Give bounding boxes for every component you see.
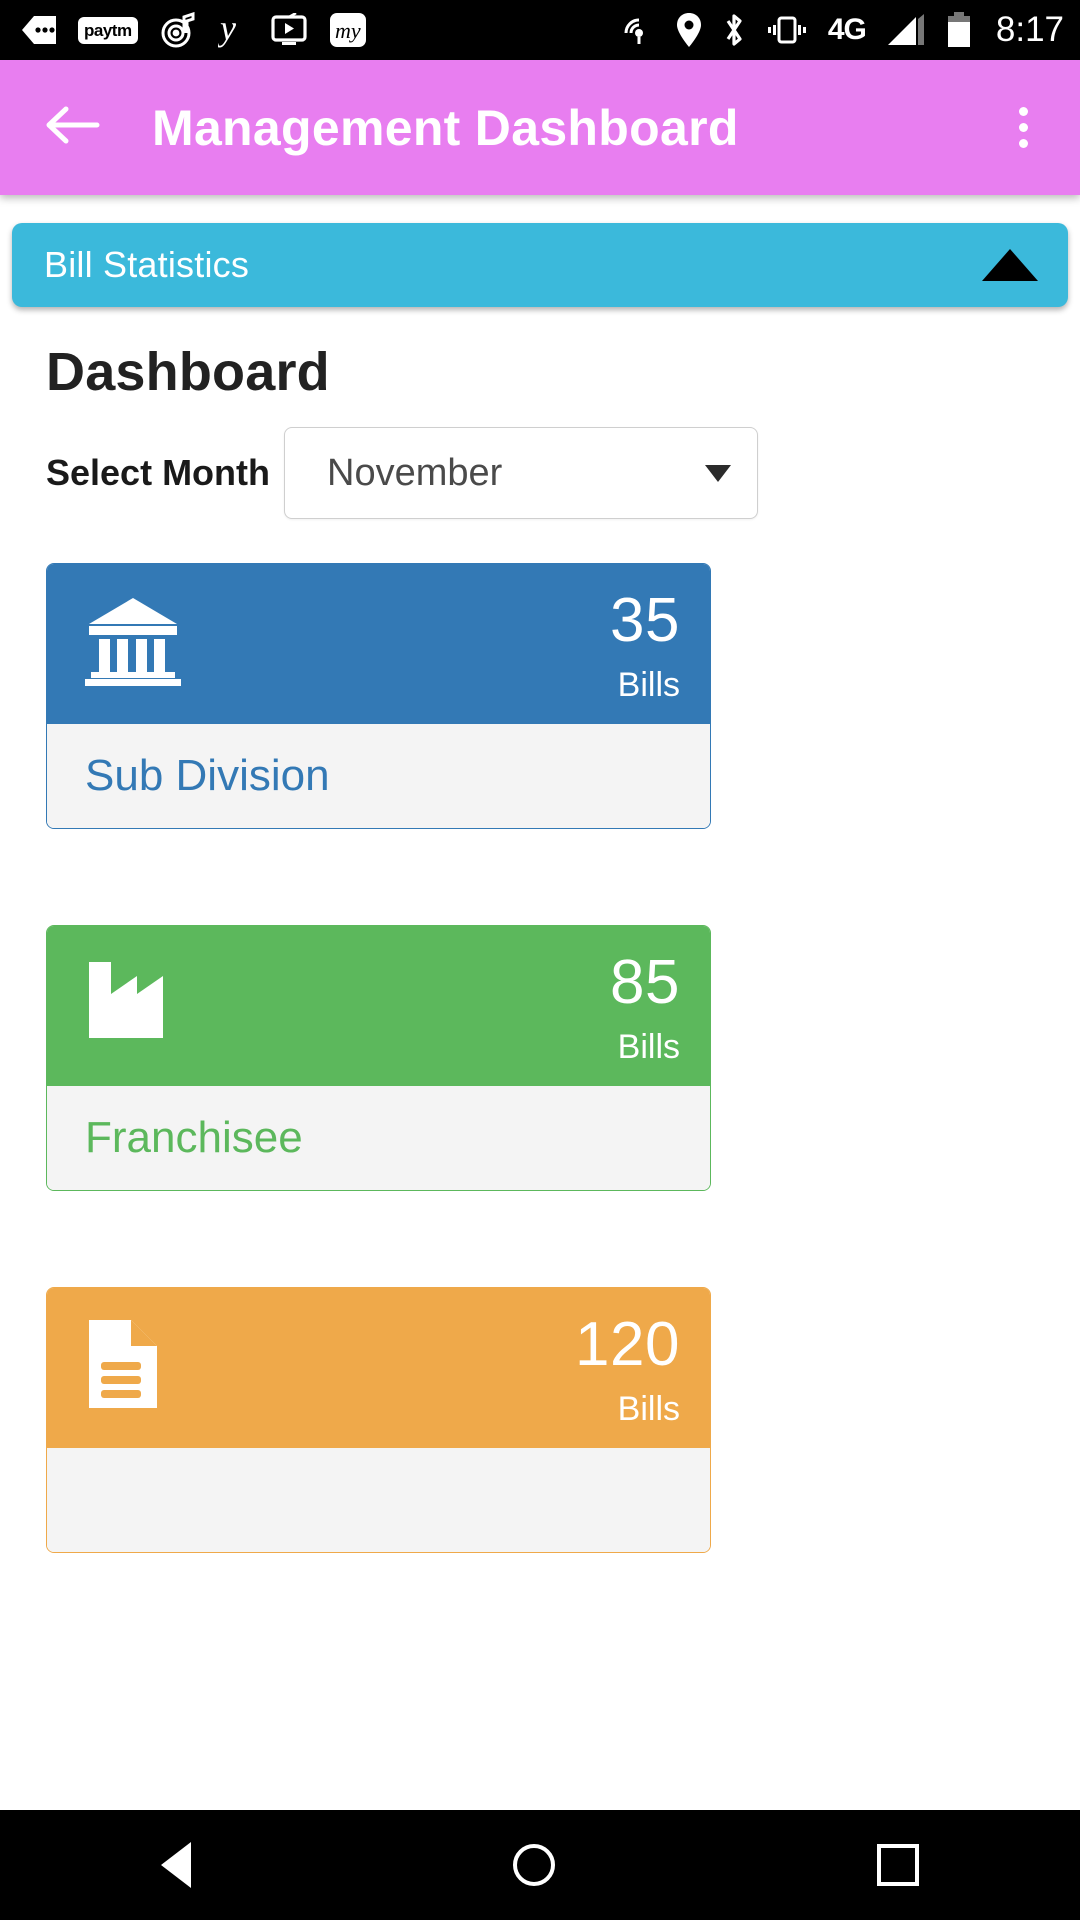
- svg-text:my: my: [335, 18, 361, 43]
- stat-card-header: 85 Bills: [47, 926, 710, 1086]
- panel-title: Bill Statistics: [44, 244, 250, 285]
- my-app-icon: my: [329, 13, 366, 47]
- overflow-dot: [1019, 139, 1028, 148]
- main-content: Bill Statistics Dashboard Select Month N…: [0, 195, 1080, 1810]
- stat-card-values: 85 Bills: [610, 952, 680, 1067]
- bill-statistics-panel-header[interactable]: Bill Statistics: [12, 223, 1068, 307]
- stat-card-values: 35 Bills: [610, 590, 680, 705]
- page-title: Management Dashboard: [152, 99, 739, 156]
- system-navigation-bar: [0, 1810, 1080, 1920]
- location-pin-icon: [676, 13, 702, 47]
- stat-card-header: 120 Bills: [47, 1288, 710, 1448]
- stat-card-footer[interactable]: Franchisee: [47, 1086, 710, 1190]
- stat-card-franchisee[interactable]: 85 Bills Franchisee: [46, 925, 711, 1191]
- svg-text:y: y: [218, 11, 236, 48]
- stat-card-header: 35 Bills: [47, 564, 710, 724]
- overflow-menu-icon[interactable]: [1007, 97, 1040, 158]
- hotspot-icon: [622, 13, 656, 47]
- select-month-row: Select Month November: [46, 427, 1080, 519]
- stat-card-values: 120 Bills: [575, 1314, 680, 1429]
- stat-card-sub-division[interactable]: 35 Bills Sub Division: [46, 563, 711, 829]
- bluetooth-icon: [722, 12, 746, 48]
- nav-back-icon[interactable]: [161, 1842, 191, 1888]
- network-type-label: 4G: [827, 13, 867, 46]
- scroll-container[interactable]: Bill Statistics Dashboard Select Month N…: [0, 223, 1080, 1553]
- stat-card-unit: Bills: [617, 666, 680, 704]
- status-bar: paytm y my 4G 8:17: [0, 0, 1080, 60]
- stat-card-unit: Bills: [617, 1028, 680, 1066]
- battery-icon: [946, 12, 972, 48]
- triangle-up-icon[interactable]: [982, 249, 1038, 281]
- dashboard-heading: Dashboard: [46, 342, 330, 402]
- overflow-dot: [1019, 123, 1028, 132]
- stat-card-count: 85: [610, 948, 680, 1017]
- status-bar-notification-icons: paytm y my: [22, 11, 366, 49]
- more-dots-icon: [22, 16, 56, 44]
- bank-building-icon: [85, 594, 181, 691]
- signal-bars-icon: [886, 13, 926, 47]
- stat-card-count: 35: [610, 586, 680, 655]
- status-bar-system-icons: 4G 8:17: [622, 10, 1064, 50]
- nav-home-icon[interactable]: [513, 1844, 555, 1886]
- stat-card-label: Sub Division: [85, 751, 330, 800]
- paytm-icon: paytm: [78, 16, 138, 44]
- stat-card-bills[interactable]: 120 Bills: [46, 1287, 711, 1553]
- tv-player-icon: [270, 13, 308, 47]
- document-icon: [85, 1318, 161, 1415]
- stat-card-list: 35 Bills Sub Division 85 Bills Franchise…: [0, 563, 1080, 1553]
- stat-card-footer[interactable]: Sub Division: [47, 724, 710, 828]
- music-target-icon: [160, 12, 196, 48]
- stat-card-label: Franchisee: [85, 1113, 303, 1162]
- factory-icon: [85, 956, 169, 1047]
- nav-recents-icon[interactable]: [877, 1844, 919, 1886]
- clock-label: 8:17: [995, 10, 1064, 49]
- month-select-value: November: [327, 451, 503, 494]
- stat-card-count: 120: [575, 1310, 680, 1379]
- month-select[interactable]: November: [284, 427, 759, 519]
- overflow-dot: [1019, 107, 1028, 116]
- y-app-icon: y: [218, 11, 248, 49]
- select-month-label: Select Month: [46, 452, 271, 493]
- triangle-down-icon: [705, 464, 732, 482]
- stat-card-footer[interactable]: [47, 1448, 710, 1552]
- vibrate-icon: [766, 15, 808, 45]
- app-bar: Management Dashboard: [0, 60, 1080, 195]
- stat-card-unit: Bills: [617, 1390, 680, 1428]
- back-arrow-icon[interactable]: [44, 103, 100, 152]
